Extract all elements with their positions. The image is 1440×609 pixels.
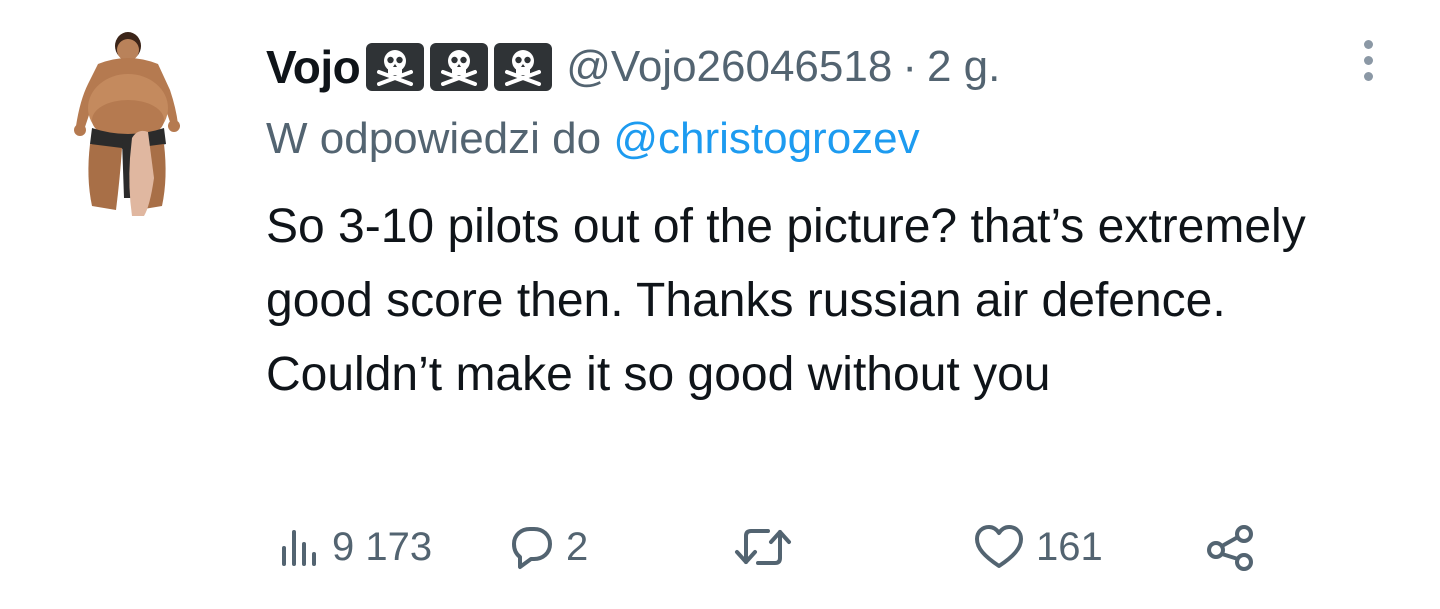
like-button[interactable]: 161 xyxy=(972,512,1103,582)
header-separator: · xyxy=(902,42,917,91)
more-dot xyxy=(1363,39,1373,49)
views-chart-icon xyxy=(282,530,316,566)
tweet-timestamp[interactable]: 2 g. xyxy=(927,42,1000,92)
replying-to: W odpowiedzi do @christogrozev xyxy=(266,114,920,164)
retweet-icon xyxy=(735,529,791,565)
views-count: 9 173 xyxy=(332,524,433,569)
share-button[interactable] xyxy=(1204,512,1258,582)
author-handle[interactable]: @Vojo26046518 xyxy=(566,42,892,92)
more-dot xyxy=(1363,71,1373,81)
views-button[interactable]: 9 173 xyxy=(276,512,432,582)
reply-prefix: W odpowiedzi do xyxy=(266,114,602,163)
name-emoji-badges xyxy=(366,43,553,91)
reply-count: 2 xyxy=(566,524,589,569)
like-count: 161 xyxy=(1036,524,1103,569)
heart-icon xyxy=(975,525,1023,568)
skull-crossbones-icon xyxy=(430,43,489,91)
tweet-text: So 3-10 pilots out of the picture? that’… xyxy=(266,200,1306,401)
author-name[interactable]: Vojo xyxy=(266,40,361,94)
reply-bubble-icon xyxy=(512,527,552,569)
skull-crossbones-icon xyxy=(366,43,425,91)
tweet-header: Vojo @Vojo26046518 · 2 g. xyxy=(266,36,1000,98)
share-icon xyxy=(1207,525,1253,571)
more-dot xyxy=(1363,55,1373,65)
skull-crossbones-icon xyxy=(494,43,553,91)
tweet: Vojo @Vojo26046518 · 2 g. W odpowiedzi d… xyxy=(0,0,1440,609)
more-options-button[interactable] xyxy=(1352,36,1384,84)
tweet-actions: 9 173 2 161 xyxy=(266,512,1286,582)
reply-mention-link[interactable]: @christogrozev xyxy=(613,114,919,163)
reply-button[interactable]: 2 xyxy=(506,512,588,582)
avatar[interactable] xyxy=(58,28,194,224)
retweet-button[interactable] xyxy=(732,512,804,582)
